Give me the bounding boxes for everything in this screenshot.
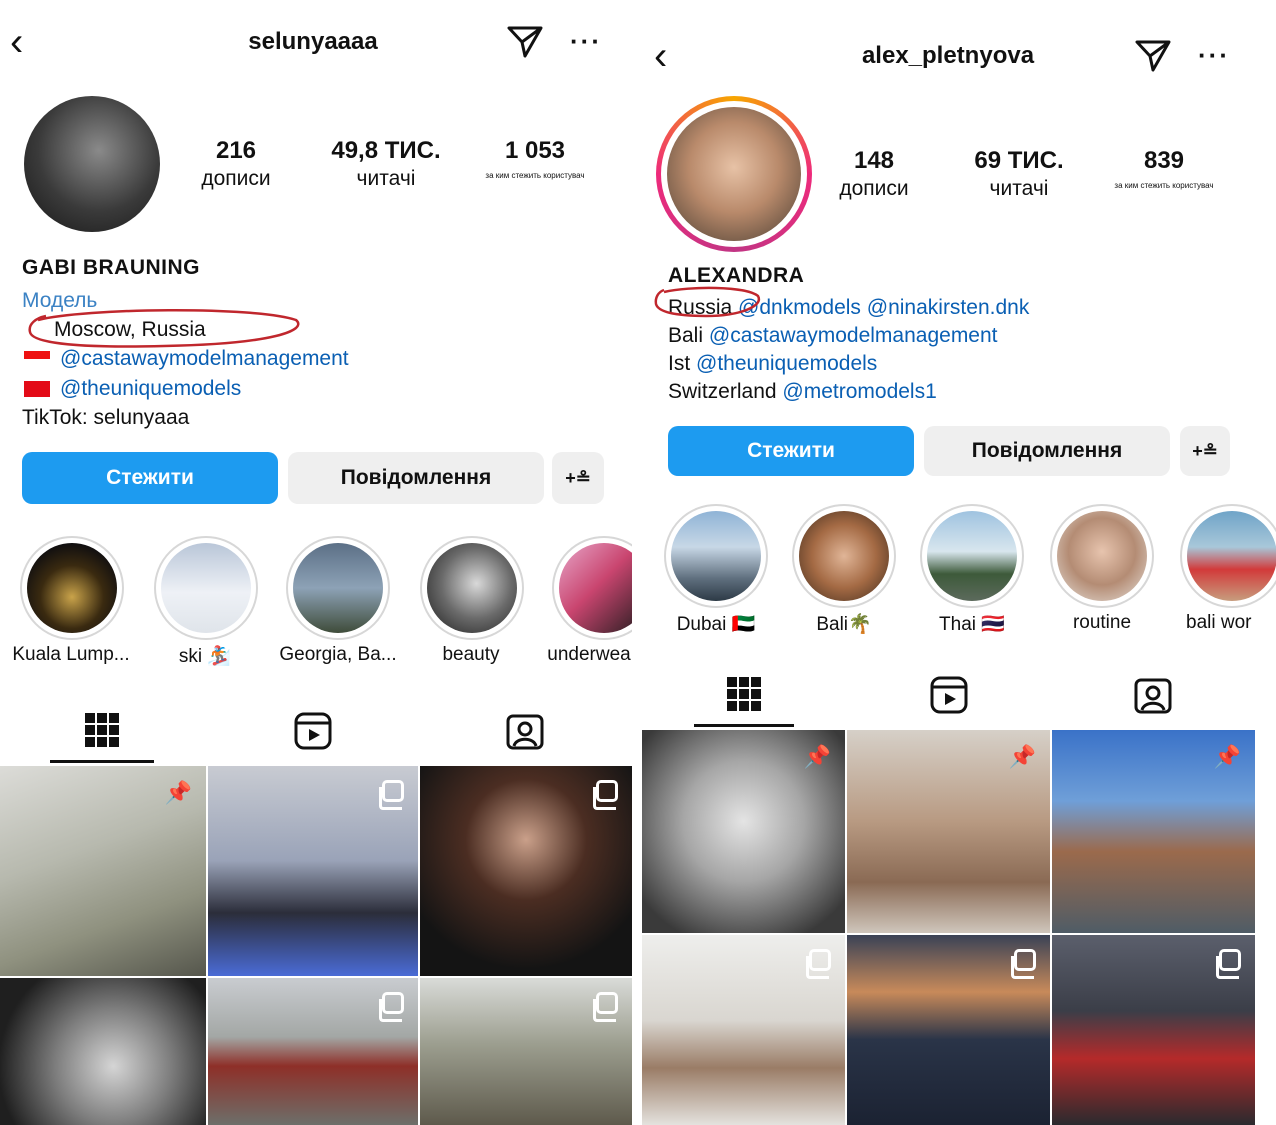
add-person-icon[interactable]: +≗: [552, 452, 604, 504]
post-thumbnail[interactable]: [0, 978, 206, 1125]
bio-agency-turkey: @theuniquemodels: [24, 374, 241, 403]
post-thumbnail[interactable]: [642, 935, 845, 1125]
back-chevron-icon[interactable]: ‹: [654, 36, 667, 76]
profile-avatar[interactable]: [24, 96, 160, 232]
post-thumbnail[interactable]: [1052, 935, 1255, 1125]
bio-line-bali: Bali @castawaymodelmanagement: [668, 324, 998, 347]
bio-tiktok: TikTok: selunyaaa: [22, 406, 190, 429]
profile-display-name: GABI BRAUNING: [22, 256, 200, 279]
highlight-dubai[interactable]: [664, 504, 768, 608]
agency-link[interactable]: @castawaymodelmanagement: [709, 324, 998, 347]
profile-avatar[interactable]: [667, 107, 801, 241]
profile-username: alex_pletnyova: [861, 42, 1035, 69]
highlight-label: Dubai 🇦🇪: [676, 614, 756, 635]
active-tab-indicator: [50, 760, 154, 763]
reels-icon[interactable]: [294, 712, 332, 750]
tagged-icon[interactable]: [506, 712, 544, 750]
post-thumbnail[interactable]: 📌: [642, 730, 845, 933]
highlight-label: ski 🏂: [178, 646, 232, 667]
agency-link[interactable]: @dnkmodels @ninakirsten.dnk: [738, 296, 1029, 319]
reels-icon[interactable]: [930, 676, 968, 714]
carousel-icon: [593, 992, 618, 1022]
stat-followers[interactable]: 49,8 ТИС. читачі: [316, 136, 456, 192]
send-message-icon[interactable]: [506, 24, 544, 60]
agency-link[interactable]: @metromodels1: [782, 380, 936, 403]
more-options-icon[interactable]: ···: [1198, 40, 1230, 71]
stat-posts[interactable]: 216 дописи: [176, 136, 296, 192]
bio-agency-indonesia: @castawaymodelmanagement: [24, 344, 349, 373]
post-thumbnail[interactable]: [847, 935, 1050, 1125]
highlight-ski[interactable]: [154, 536, 258, 640]
carousel-icon: [379, 992, 404, 1022]
carousel-icon: [1011, 949, 1036, 979]
turkey-flag-icon: [24, 381, 50, 398]
highlight-label: Bali🌴: [816, 614, 872, 635]
panel-divider: [632, 0, 642, 1125]
active-tab-indicator: [694, 724, 794, 727]
follow-button[interactable]: Стежити: [22, 452, 278, 504]
message-button[interactable]: Повідомлення: [924, 426, 1170, 476]
profile-panel-left: ‹ selunyaaaa ··· 216 дописи 49,8 ТИС. чи…: [0, 0, 632, 1125]
highlight-label: Kuala Lump...: [12, 644, 130, 665]
highlight-label: routine: [1072, 612, 1132, 633]
post-thumbnail[interactable]: [208, 766, 418, 976]
pin-icon: 📌: [803, 744, 831, 769]
bio-line-switzerland: Switzerland @metromodels1: [668, 380, 937, 403]
more-options-icon[interactable]: ···: [570, 26, 602, 57]
indonesia-flag-icon: [24, 351, 50, 368]
follow-button[interactable]: Стежити: [668, 426, 914, 476]
profile-username: selunyaaaa: [248, 28, 378, 55]
stat-following[interactable]: 1 053 за ким стежить користувач: [464, 136, 606, 186]
agency-link[interactable]: @theuniquemodels: [60, 377, 241, 400]
highlight-beauty[interactable]: [420, 536, 524, 640]
pin-icon: 📌: [1213, 744, 1241, 769]
highlight-label: bali wor: [1186, 612, 1252, 633]
profile-panel-right: ‹ alex_pletnyova ··· 148 дописи 69 ТИС. …: [642, 0, 1276, 1125]
carousel-icon: [806, 949, 831, 979]
send-message-icon[interactable]: [1134, 38, 1172, 74]
grid-icon[interactable]: [84, 712, 120, 748]
add-person-icon[interactable]: +≗: [1180, 426, 1230, 476]
agency-link[interactable]: @castawaymodelmanagement: [60, 347, 349, 370]
tagged-icon[interactable]: [1134, 676, 1172, 714]
highlight-label: Thai 🇹🇭: [939, 614, 1005, 635]
post-thumbnail[interactable]: 📌: [0, 766, 206, 976]
post-thumbnail[interactable]: 📌: [847, 730, 1050, 933]
post-thumbnail[interactable]: 📌: [1052, 730, 1255, 933]
highlight-label: beauty: [442, 644, 500, 665]
post-thumbnail[interactable]: [420, 978, 632, 1125]
carousel-icon: [379, 780, 404, 810]
highlight-bali[interactable]: [792, 504, 896, 608]
highlight-underwear[interactable]: [552, 536, 632, 640]
pin-icon: 📌: [164, 780, 192, 805]
stat-followers[interactable]: 69 ТИС. читачі: [954, 146, 1084, 202]
message-button[interactable]: Повідомлення: [288, 452, 544, 504]
stat-posts[interactable]: 148 дописи: [818, 146, 930, 202]
annotation-circle: [654, 286, 761, 318]
story-ring[interactable]: [656, 96, 812, 252]
pin-icon: 📌: [1008, 744, 1036, 769]
stat-following[interactable]: 839 за ким стежить користувач: [1094, 146, 1234, 196]
highlight-label: Georgia, Ba...: [279, 644, 397, 665]
grid-icon[interactable]: [726, 676, 762, 712]
highlight-georgia[interactable]: [286, 536, 390, 640]
bio-line-ist: Ist @theuniquemodels: [668, 352, 878, 375]
highlight-thai[interactable]: [920, 504, 1024, 608]
carousel-icon: [593, 780, 618, 810]
highlight-kuala-lumpur[interactable]: [20, 536, 124, 640]
highlight-label: underwea: [547, 644, 631, 665]
carousel-icon: [1216, 949, 1241, 979]
back-chevron-icon[interactable]: ‹: [10, 22, 23, 62]
highlight-routine[interactable]: [1050, 504, 1154, 608]
agency-link[interactable]: @theuniquemodels: [696, 352, 877, 375]
post-thumbnail[interactable]: [208, 978, 418, 1125]
highlight-bali-work[interactable]: [1180, 504, 1276, 608]
post-thumbnail[interactable]: [420, 766, 632, 976]
